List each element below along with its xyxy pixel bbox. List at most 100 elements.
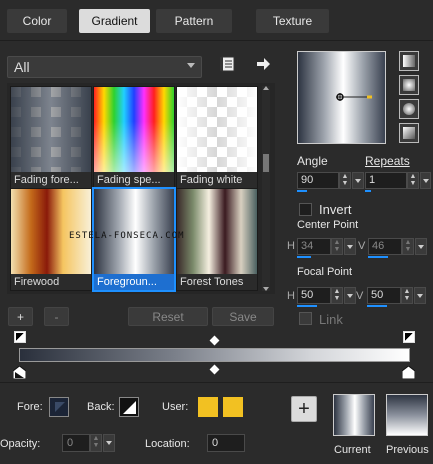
sunburst-icon (403, 103, 415, 115)
gradient-swatch (94, 87, 174, 173)
repeats-field[interactable]: 1 (365, 172, 407, 189)
angle-field[interactable]: 90 (297, 172, 339, 189)
tab-pattern[interactable]: Pattern (156, 9, 232, 33)
gallery-item-label: Fading fore... (11, 172, 91, 188)
gallery-scrollbar[interactable] (262, 86, 270, 291)
center-h-stepper[interactable]: ▲ ▼ (331, 238, 343, 255)
location-field[interactable]: 0 (207, 434, 245, 452)
focal-h-slider[interactable] (297, 305, 317, 307)
gradient-swatch (11, 87, 91, 173)
focal-h-label: H (287, 290, 295, 302)
stop-icon (405, 333, 413, 341)
radial-style-button[interactable] (399, 123, 419, 143)
rectangular-icon (403, 79, 415, 91)
angle-slider[interactable] (297, 190, 307, 192)
bottom-right-color-stop[interactable] (401, 365, 416, 380)
save-button[interactable]: Save (212, 307, 274, 326)
linear-style-button[interactable] (399, 51, 419, 71)
top-left-opacity-stop[interactable] (14, 331, 26, 343)
current-label: Current (334, 444, 371, 456)
focal-v-slider[interactable] (367, 305, 387, 307)
scroll-up-icon[interactable] (263, 86, 269, 90)
rectangular-style-button[interactable] (399, 75, 419, 95)
center-v-field[interactable]: 46 (368, 238, 402, 255)
category-dropdown[interactable]: All (7, 56, 202, 78)
radial-icon (403, 127, 415, 139)
gallery-item-label: Firewood (11, 274, 91, 290)
gallery-item-label: Foregroun... (94, 274, 174, 290)
add-gradient-button[interactable]: + (8, 307, 33, 326)
panel-divider (0, 382, 433, 383)
repeats-stepper[interactable]: ▲ ▼ (407, 172, 419, 189)
focal-h-dropdown[interactable] (344, 287, 356, 304)
scrollbar-thumb[interactable] (263, 154, 269, 172)
center-h-field[interactable]: 34 (297, 238, 331, 255)
opacity-stepper[interactable]: ▲ ▼ (90, 434, 102, 452)
scroll-down-icon[interactable] (263, 287, 269, 291)
stop-icon (16, 333, 24, 341)
center-h-dropdown[interactable] (344, 238, 356, 255)
repeats-label: Repeats (365, 154, 410, 168)
back-swatch-icon (123, 401, 136, 414)
tab-color[interactable]: Color (7, 9, 67, 33)
fore-label: Fore: (17, 401, 43, 413)
repeats-slider[interactable] (365, 190, 371, 192)
tab-texture[interactable]: Texture (256, 9, 329, 33)
fore-color-swatch[interactable] (49, 397, 69, 417)
user-color-swatch-1[interactable] (198, 397, 218, 417)
plus-icon: + (298, 397, 310, 420)
focal-point-label: Focal Point (297, 266, 353, 278)
opacity-field[interactable]: 0 (62, 434, 90, 452)
remove-gradient-button[interactable]: - (44, 307, 69, 326)
opacity-dropdown[interactable] (103, 434, 115, 452)
tab-gradient[interactable]: Gradient (79, 9, 150, 33)
angle-stepper[interactable]: ▲ ▼ (339, 172, 351, 189)
gallery-item-fading-foreground[interactable]: Fading fore... (10, 86, 92, 189)
add-swatch-button[interactable]: + (291, 396, 317, 422)
angle-dropdown[interactable] (352, 172, 364, 189)
user-label: User: (162, 401, 189, 413)
gradient-swatch (177, 189, 257, 275)
linear-icon (403, 55, 415, 67)
gallery-item-label: Fading white (177, 172, 257, 188)
focal-h-field[interactable]: 50 (297, 287, 331, 304)
reset-button[interactable]: Reset (128, 307, 208, 326)
gallery-item-fading-white[interactable]: Fading white (176, 86, 258, 189)
top-midpoint-handle[interactable] (209, 335, 220, 346)
focal-v-label: V (356, 290, 364, 302)
fore-swatch-icon (55, 402, 65, 412)
previous-preview[interactable] (386, 394, 428, 436)
center-v-dropdown[interactable] (415, 238, 427, 255)
bottom-left-color-stop[interactable] (12, 365, 27, 380)
center-point-marker[interactable] (335, 92, 375, 102)
user-color-swatch-2[interactable] (223, 397, 243, 417)
gallery-item-fading-spectrum[interactable]: Fading spe... (93, 86, 175, 189)
invert-checkbox[interactable] (299, 203, 312, 216)
center-v-slider[interactable] (368, 256, 388, 258)
library-icon[interactable] (219, 55, 237, 73)
focal-h-stepper[interactable]: ▲ ▼ (331, 287, 343, 304)
opacity-label: Opacity: (0, 438, 41, 450)
focal-v-stepper[interactable]: ▲ ▼ (401, 287, 413, 304)
center-v-stepper[interactable]: ▲ ▼ (402, 238, 414, 255)
back-color-swatch[interactable] (119, 397, 139, 417)
link-checkbox[interactable] (299, 312, 312, 325)
center-h-slider[interactable] (297, 256, 311, 258)
gradient-bar[interactable] (19, 348, 410, 362)
gradient-preview[interactable] (297, 51, 386, 144)
link-label: Link (319, 312, 343, 327)
tab-divider (0, 40, 433, 41)
bottom-midpoint-handle[interactable] (209, 364, 220, 375)
current-preview[interactable] (333, 394, 375, 436)
focal-v-dropdown[interactable] (414, 287, 426, 304)
gallery-item-label: Forest Tones (177, 274, 257, 290)
angle-label: Angle (297, 154, 328, 168)
top-right-opacity-stop[interactable] (403, 331, 415, 343)
previous-label: Previous (386, 444, 429, 456)
arrow-right-icon[interactable] (255, 56, 271, 72)
gallery-item-forest-tones[interactable]: Forest Tones (176, 188, 258, 291)
repeats-dropdown[interactable] (420, 172, 431, 189)
chevron-down-icon (187, 63, 195, 68)
sunburst-style-button[interactable] (399, 99, 419, 119)
focal-v-field[interactable]: 50 (367, 287, 401, 304)
